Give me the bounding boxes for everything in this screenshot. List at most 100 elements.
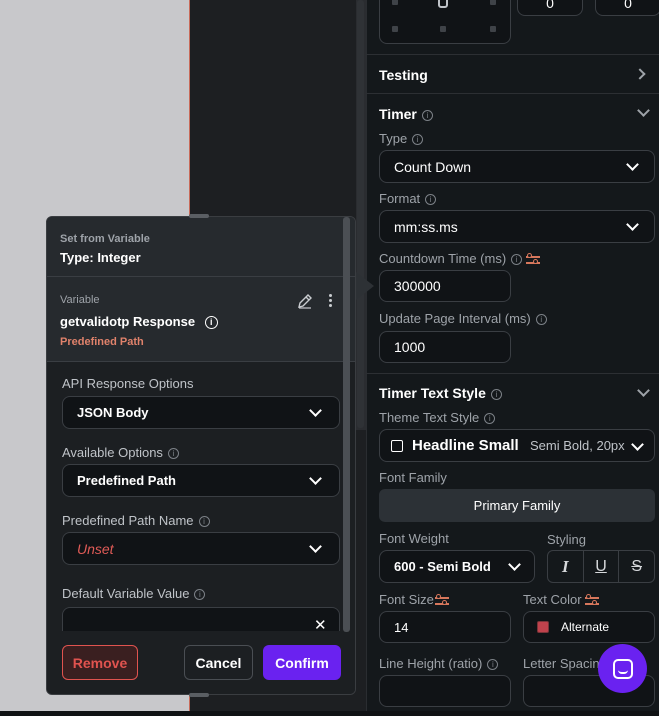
variable-label: Variable (60, 294, 100, 306)
font-size-input[interactable]: 14 (379, 611, 511, 643)
checkbox[interactable] (391, 439, 403, 452)
chevron-down-icon (631, 438, 644, 451)
align-dot[interactable] (490, 26, 496, 32)
offset-x-input[interactable]: 0 (517, 0, 583, 16)
underline-button[interactable]: U (584, 551, 620, 582)
variable-binding-icon[interactable] (435, 594, 449, 606)
align-dot[interactable] (392, 0, 398, 5)
popup-top-handle (189, 214, 209, 218)
styling-label: Styling (547, 532, 587, 547)
path-name-value: Unset (77, 540, 114, 557)
popup-type-title: Type: Integer (60, 250, 141, 265)
italic-icon: I (562, 556, 569, 576)
set-from-variable-popup: Set from Variable Type: Integer Variable… (46, 216, 356, 695)
timer-format-value: mm:ss.ms (394, 218, 458, 235)
chevron-down-icon (309, 472, 322, 485)
testing-title: Testing (379, 67, 428, 83)
available-options-value: Predefined Path (77, 473, 176, 488)
format-label: Format i (379, 191, 437, 206)
middle-scrollbar[interactable] (357, 0, 364, 428)
popup-arrow (356, 272, 374, 300)
countdown-time-input[interactable]: 300000 (379, 270, 511, 302)
line-height-input[interactable] (379, 675, 511, 707)
type-label: Type i (379, 131, 424, 146)
font-weight-select[interactable]: 600 - Semi Bold (379, 550, 535, 583)
chevron-down-icon (508, 558, 521, 571)
info-icon: i (425, 194, 437, 206)
offset-x-value: 0 (546, 0, 554, 11)
popup-scrollbar[interactable] (343, 217, 350, 632)
text-color-picker[interactable]: Alternate (523, 611, 655, 643)
offset-y-value: 0 (624, 0, 632, 11)
cancel-label: Cancel (195, 654, 242, 671)
popup-bottom-handle (189, 693, 209, 697)
text-style-section-header[interactable]: Timer Text Style i (366, 374, 659, 410)
chevron-down-icon (309, 404, 322, 417)
divider (47, 276, 355, 277)
align-dot[interactable] (490, 0, 496, 5)
font-size-value: 14 (394, 619, 409, 635)
chevron-right-icon (634, 68, 646, 80)
interval-label: Update Page Interval (ms) i (379, 311, 547, 326)
offset-y-input[interactable]: 0 (595, 0, 659, 16)
font-family-button[interactable]: Primary Family (379, 489, 655, 522)
align-dot[interactable] (392, 26, 398, 32)
info-icon: i (194, 589, 206, 601)
countdown-time-value: 300000 (394, 278, 441, 294)
info-icon: i (167, 448, 179, 460)
align-selected[interactable] (438, 0, 448, 8)
chevron-down-icon (626, 158, 639, 171)
update-interval-value: 1000 (394, 339, 426, 355)
theme-text-style-value: Headline Small (412, 437, 519, 454)
strikethrough-button[interactable]: S (619, 551, 654, 582)
underline-icon: U (595, 557, 607, 575)
variable-name: getvalidotp Response i (60, 314, 218, 330)
confirm-button[interactable]: Confirm (263, 645, 341, 680)
font-family-label: Font Family (379, 470, 447, 485)
edit-icon[interactable] (297, 293, 312, 309)
info-icon: i (535, 314, 547, 326)
info-icon[interactable]: i (204, 316, 218, 330)
info-icon: i (487, 659, 499, 671)
remove-button[interactable]: Remove (62, 645, 138, 680)
timer-section-header[interactable]: Timer i (366, 94, 659, 130)
theme-text-style-meta: Semi Bold, 20px (530, 438, 625, 453)
theme-text-style-select[interactable]: Headline Small Semi Bold, 20px (379, 429, 655, 462)
path-name-select[interactable]: Unset (62, 532, 340, 565)
testing-section-header[interactable]: Testing (366, 55, 659, 93)
letter-spacing-label: Letter Spacing (523, 656, 607, 671)
line-height-label: Line Height (ratio) i (379, 656, 499, 671)
align-dot[interactable] (440, 26, 446, 32)
info-icon: i (484, 413, 496, 425)
countdown-label: Countdown Time (ms) i (379, 251, 523, 266)
timer-type-value: Count Down (394, 158, 472, 175)
alignment-grid[interactable] (379, 0, 511, 44)
divider (47, 361, 355, 362)
color-swatch (537, 621, 549, 633)
timer-format-select[interactable]: mm:ss.ms (379, 210, 655, 243)
api-response-label: API Response Options (62, 376, 194, 391)
cancel-button[interactable]: Cancel (184, 645, 253, 680)
variable-binding-icon[interactable] (585, 594, 599, 606)
timer-title: Timer i (379, 106, 433, 122)
italic-button[interactable]: I (548, 551, 584, 582)
default-value-label: Default Variable Value i (62, 586, 206, 601)
styling-group: I U S (547, 550, 655, 583)
update-interval-input[interactable]: 1000 (379, 331, 511, 363)
font-weight-label: Font Weight (379, 531, 449, 546)
strikethrough-icon: S (631, 557, 643, 575)
chat-launcher-button[interactable] (598, 644, 647, 693)
theme-text-style-label: Theme Text Style i (379, 410, 496, 425)
info-icon: i (511, 254, 523, 266)
timer-type-select[interactable]: Count Down (379, 150, 655, 183)
api-response-select[interactable]: JSON Body (62, 396, 340, 429)
chat-icon (612, 658, 633, 679)
variable-binding-icon[interactable] (526, 253, 540, 265)
font-size-label: Font Size (379, 592, 434, 607)
font-family-value: Primary Family (473, 498, 561, 513)
info-icon: i (198, 516, 210, 528)
confirm-label: Confirm (275, 654, 329, 671)
more-vertical-icon[interactable] (329, 294, 333, 308)
chevron-down-icon (637, 384, 650, 397)
available-options-select[interactable]: Predefined Path (62, 464, 340, 497)
